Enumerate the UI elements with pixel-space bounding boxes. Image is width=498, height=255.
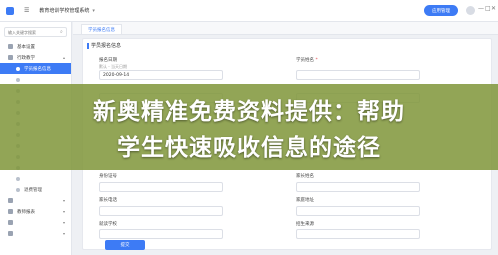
menu-icon [8,231,13,236]
id-card-field[interactable] [99,182,223,192]
minimize-icon[interactable]: — [478,5,484,12]
school-label: 就读学校 [99,222,117,227]
sidebar-item-basic-settings[interactable]: 基本设置 [0,41,71,52]
sidebar-item-label: 学员报名信息 [24,66,51,72]
user-avatar-icon[interactable] [466,6,475,15]
signup-date-label: 报名日期 [99,58,117,63]
chevron-down-icon: ▾ [62,231,65,236]
chevron-down-icon: ▾ [62,209,65,214]
system-title[interactable]: 教育培训学校管理系统 [39,7,89,14]
parent-phone-label: 家长电话 [99,198,117,203]
parent-name-label: 家长姓名 [296,174,314,179]
home-address-field[interactable] [296,206,420,216]
enroll-source-field[interactable] [296,229,420,239]
chevron-up-icon: ▴ [62,55,65,60]
submit-button[interactable]: 提交 [105,240,145,250]
sidebar-search-input[interactable] [8,29,60,35]
sidebar-item[interactable]: ▾ [0,228,71,239]
school-field[interactable] [99,229,223,239]
home-address-label: 家庭地址 [296,198,314,203]
menu-icon [8,220,13,225]
menu-icon [8,198,13,203]
sidebar-item-label: 基本设置 [17,44,35,50]
sidebar-item[interactable] [0,173,71,184]
app-management-button[interactable]: 应用管理 [424,5,458,16]
sidebar-search[interactable]: ⌕ [4,27,67,37]
student-name-field[interactable] [296,70,420,80]
bullet-icon [16,187,20,192]
required-mark: * [315,58,318,63]
app-window: ☰ 教育培训学校管理系统 ▾ 应用管理 — □ ✕ ⌕ 基本设置 行政教学 ▴ … [0,0,498,255]
sidebar-item-label: 退费管理 [24,187,42,193]
headline-banner: 新奥精准免费资料提供：帮助 学生快速吸收信息的途径 [0,84,498,170]
parent-phone-field[interactable] [99,206,223,216]
settings-icon [8,44,13,49]
search-icon[interactable]: ⌕ [60,29,63,35]
report-icon [8,209,13,214]
sidebar-item-label: 行政教学 [17,55,35,61]
sidebar-item-label: 教师报表 [17,209,35,215]
bullet-icon [16,66,20,71]
bullet-icon [16,77,20,82]
menu-collapse-icon[interactable]: ☰ [24,7,29,14]
sidebar-item-teacher-report[interactable]: 教师报表 ▾ [0,206,71,217]
tab-student-signup[interactable]: 学员报名信息 [81,24,122,34]
banner-line-1: 新奥精准免费资料提供：帮助 [93,99,405,125]
chevron-down-icon: ▾ [62,198,65,203]
student-name-label-text: 学员姓名 [296,58,314,63]
parent-name-field[interactable] [296,182,420,192]
banner-line-2: 学生快速吸收信息的途径 [117,135,381,161]
chevron-down-icon: ▾ [62,220,65,225]
enroll-source-label: 招生来源 [296,222,314,227]
chevron-down-icon[interactable]: ▾ [92,8,95,14]
sidebar-item-admin-teaching[interactable]: 行政教学 ▴ [0,52,71,63]
section-title: 学员报名信息 [91,43,122,49]
maximize-icon[interactable]: □ [485,5,491,12]
sidebar-item-refund[interactable]: 退费管理 [0,184,71,195]
top-bar: ☰ 教育培训学校管理系统 ▾ 应用管理 — □ ✕ [0,0,498,22]
close-icon[interactable]: ✕ [491,5,496,12]
signup-date-field[interactable]: 2020-09-14 [99,70,223,80]
app-logo-icon [6,6,14,15]
tab-strip: 学员报名信息 [73,22,498,35]
sidebar-item[interactable]: ▾ [0,195,71,206]
id-card-label: 身份证号 [99,174,117,179]
student-name-label: 学员姓名 * [296,57,318,63]
sidebar-item-student-signup[interactable]: 学员报名信息 [0,63,71,74]
sidebar-item[interactable]: ▾ [0,217,71,228]
teaching-icon [8,55,13,60]
section-accent-bar [87,43,89,49]
bullet-icon [16,176,20,181]
